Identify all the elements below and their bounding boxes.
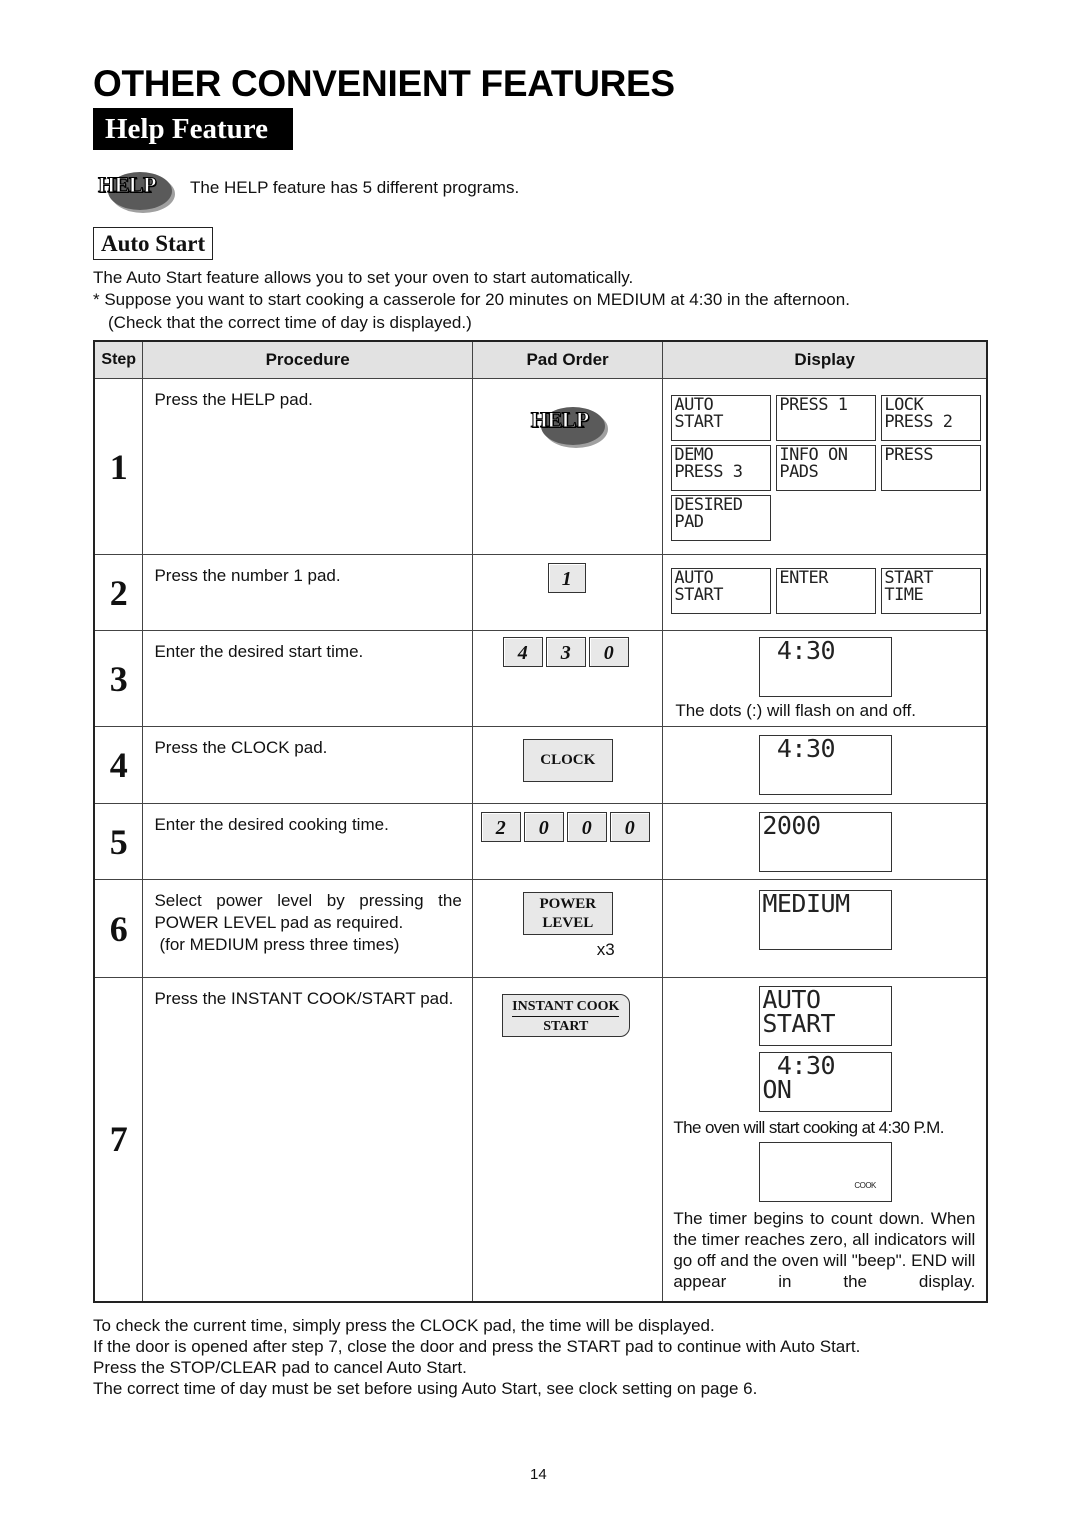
display-cell: AUTO START PRESS 1 LOCK PRESS 2 DEMO PRE… <box>662 378 988 555</box>
header-pad-order: Pad Order <box>471 340 664 379</box>
lcd-display: DEMO PRESS 3 <box>671 445 772 491</box>
cook-indicator: COOK <box>854 1181 876 1190</box>
start-label: START <box>543 1019 589 1034</box>
step-number: 5 <box>93 803 144 880</box>
display-cell: MEDIUM <box>662 879 988 978</box>
number-pad-0[interactable]: 0 <box>588 637 629 667</box>
footer-note-4: The correct time of day must be set befo… <box>93 1379 758 1398</box>
display-cell: 2000 <box>662 803 988 880</box>
table-row: 6 Select power level by pressing the POW… <box>93 879 988 978</box>
step-number: 2 <box>93 554 144 631</box>
pad-order-cell: 1 <box>471 554 664 631</box>
table-row: 4 Press the CLOCK pad. CLOCK 4:30 <box>93 726 988 804</box>
instant-cook-label: INSTANT COOK <box>512 997 620 1017</box>
procedure-cell: Select power level by pressing the POWER… <box>142 879 473 978</box>
lcd-display: 4:30 <box>759 735 893 795</box>
display-cell: AUTO START 4:30 ON The oven will start c… <box>662 977 988 1302</box>
countdown-note: The timer begins to count down. When the… <box>673 1209 976 1291</box>
lcd-display: LOCK PRESS 2 <box>881 395 982 441</box>
help-pad-icon: HELP <box>98 168 172 210</box>
step-number: 3 <box>93 630 144 727</box>
lcd-display: MEDIUM <box>759 890 893 950</box>
procedure-text: Press the HELP pad. <box>142 378 473 555</box>
step-number: 7 <box>93 977 144 1302</box>
lcd-display: START TIME <box>881 568 982 614</box>
lcd-display: 4:30 <box>759 637 893 697</box>
lcd-display: PRESS 1 <box>776 395 877 441</box>
power-level-pad-line1: POWER <box>539 896 597 912</box>
table-header-row: Step Procedure Pad Order Display <box>93 340 988 379</box>
table-row: 3 Enter the desired start time. 430 4:30… <box>93 630 988 727</box>
auto-start-steps-table: Step Procedure Pad Order Display 1 Press… <box>93 340 988 1303</box>
section-banner: Help Feature <box>93 108 293 150</box>
help-pad-label: HELP <box>530 407 589 433</box>
instant-cook-start-pad-button[interactable]: INSTANT COOK START <box>501 994 630 1037</box>
pad-order-cell: INSTANT COOK START <box>471 977 664 1302</box>
description-line-2: * Suppose you want to start cooking a ca… <box>93 290 850 309</box>
lcd-display-countdown: 2000 COOK <box>759 1142 893 1202</box>
page-number: 14 <box>530 1466 547 1483</box>
pad-order-cell: HELP <box>471 378 664 555</box>
lcd-display: ENTER <box>776 568 877 614</box>
footer-note-2: If the door is opened after step 7, clos… <box>93 1337 861 1356</box>
table-row: 5 Enter the desired cooking time. 2000 2… <box>93 803 988 880</box>
description-line-3: (Check that the correct time of day is d… <box>108 313 472 332</box>
lcd-display: INFO ON PADS <box>776 445 877 491</box>
step-number: 6 <box>93 879 144 978</box>
table-row: 2 Press the number 1 pad. 1 AUTO START E… <box>93 554 988 631</box>
pad-order-cell: POWER LEVEL x3 <box>471 879 664 978</box>
number-pad-4[interactable]: 4 <box>502 637 543 667</box>
power-level-pad-button[interactable]: POWER LEVEL <box>522 892 613 935</box>
procedure-text: Press the CLOCK pad. <box>142 726 473 804</box>
procedure-text: Press the number 1 pad. <box>142 554 473 631</box>
press-multiplier: x3 <box>596 940 615 959</box>
procedure-text: Press the INSTANT COOK/START pad. <box>142 977 473 1302</box>
procedure-text: Enter the desired cooking time. <box>142 803 473 880</box>
number-pad-0[interactable]: 0 <box>523 812 564 842</box>
start-cooking-note: The oven will start cooking at 4:30 P.M. <box>673 1118 944 1137</box>
power-level-pad-line2: LEVEL <box>542 915 594 931</box>
lcd-display: 4:30 ON <box>759 1052 893 1112</box>
header-procedure: Procedure <box>142 340 473 379</box>
number-pad-0[interactable]: 0 <box>609 812 650 842</box>
table-row: 7 Press the INSTANT COOK/START pad. INST… <box>93 977 988 1302</box>
procedure-extra: (for MEDIUM press three times) <box>159 935 400 954</box>
description-line-1: The Auto Start feature allows you to set… <box>93 268 634 287</box>
clock-pad-button[interactable]: CLOCK <box>522 739 613 782</box>
header-step: Step <box>93 340 144 379</box>
step-number: 4 <box>93 726 144 804</box>
lcd-display: AUTO START <box>759 986 893 1046</box>
subsection-title: Auto Start <box>93 227 214 260</box>
lcd-display: DESIRED PAD <box>671 495 772 541</box>
number-pad-2[interactable]: 2 <box>480 812 521 842</box>
procedure-text: Enter the desired start time. <box>142 630 473 727</box>
table-row: 1 Press the HELP pad. HELP AUTO START PR… <box>93 378 988 555</box>
intro-text: The HELP feature has 5 different program… <box>190 178 520 197</box>
number-pad-3[interactable]: 3 <box>545 637 586 667</box>
page-title: OTHER CONVENIENT FEATURES <box>93 63 675 104</box>
display-cell: AUTO START ENTER START TIME <box>662 554 988 631</box>
pad-order-cell: CLOCK <box>471 726 664 804</box>
step-number: 1 <box>93 378 144 555</box>
help-pad-button[interactable]: HELP <box>530 403 605 445</box>
number-pad-1[interactable]: 1 <box>547 563 586 593</box>
lcd-display: 2000 <box>759 812 893 872</box>
flash-note: The dots (:) will flash on and off. <box>675 701 916 720</box>
procedure-text: Select power level by pressing the POWER… <box>154 891 462 932</box>
lcd-display: PRESS <box>881 445 982 491</box>
help-icon-label: HELP <box>98 172 157 198</box>
display-cell: 4:30 The dots (:) will flash on and off. <box>662 630 988 727</box>
lcd-display: AUTO START <box>671 395 772 441</box>
header-display: Display <box>662 340 988 379</box>
number-pad-0[interactable]: 0 <box>566 812 607 842</box>
footer-note-3: Press the STOP/CLEAR pad to cancel Auto … <box>93 1358 467 1377</box>
pad-order-cell: 430 <box>471 630 664 727</box>
footer-note-1: To check the current time, simply press … <box>93 1316 715 1335</box>
lcd-display: AUTO START <box>671 568 772 614</box>
pad-order-cell: 2000 <box>471 803 664 880</box>
display-cell: 4:30 <box>662 726 988 804</box>
